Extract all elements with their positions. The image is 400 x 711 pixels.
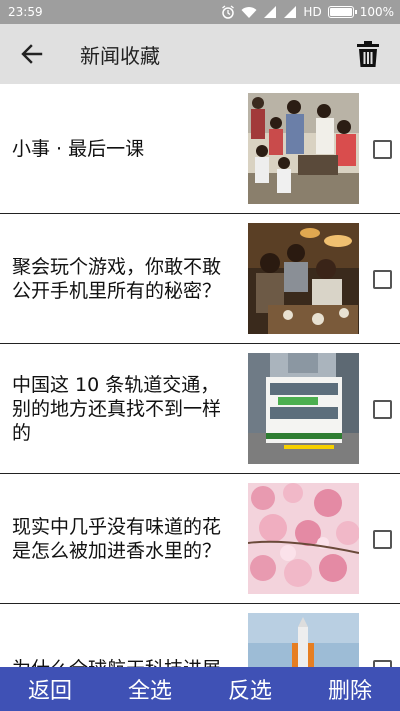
- alarm-icon: [221, 5, 235, 19]
- battery-fill: [329, 8, 352, 16]
- bottom-action-bar: 返回 全选 反选 删除: [0, 667, 400, 711]
- select-all-button[interactable]: 全选: [116, 673, 184, 705]
- wifi-icon: [241, 6, 257, 19]
- select-checkbox[interactable]: [373, 400, 392, 419]
- news-item[interactable]: 现实中几乎没有味道的花是怎么被加进香水里的？: [0, 474, 400, 604]
- status-bar: 23:59 HD 100%: [0, 0, 400, 24]
- status-time: 23:59: [8, 5, 43, 19]
- back-arrow-icon: [21, 44, 43, 64]
- news-thumbnail-party: [248, 223, 359, 334]
- delete-button[interactable]: [336, 24, 400, 84]
- news-title: 现实中几乎没有味道的花是怎么被加进香水里的？: [12, 515, 222, 562]
- news-title: 中国这 10 条轨道交通，别的地方还真找不到一样的: [12, 373, 222, 444]
- battery-icon: [327, 6, 357, 18]
- back-button[interactable]: [0, 24, 64, 84]
- trash-icon: [357, 41, 379, 67]
- news-thumbnail-tram: [248, 353, 359, 464]
- signal-icon: [263, 6, 277, 18]
- toolbar: 新闻收藏: [0, 24, 400, 84]
- invert-selection-button[interactable]: 反选: [216, 673, 284, 705]
- news-thumbnail-blossom: [248, 483, 359, 594]
- news-item[interactable]: 小事 · 最后一课: [0, 84, 400, 214]
- battery-percent: 100%: [359, 5, 394, 19]
- news-title: 小事 · 最后一课: [12, 137, 145, 160]
- page-title: 新闻收藏: [80, 43, 160, 68]
- back-action-button[interactable]: 返回: [16, 673, 84, 705]
- news-item[interactable]: 中国这 10 条轨道交通，别的地方还真找不到一样的: [0, 344, 400, 474]
- select-checkbox[interactable]: [373, 530, 392, 549]
- news-list: 小事 · 最后一课 聚会玩个游戏，你敢不敢公开手机里所有的秘密？ 中国这 10 …: [0, 84, 400, 711]
- delete-selected-button[interactable]: 删除: [316, 673, 384, 705]
- status-icons: HD 100%: [221, 5, 394, 19]
- network-type: HD: [303, 5, 322, 19]
- signal-icon: [283, 6, 297, 18]
- select-checkbox[interactable]: [373, 140, 392, 159]
- news-item[interactable]: 聚会玩个游戏，你敢不敢公开手机里所有的秘密？: [0, 214, 400, 344]
- select-checkbox[interactable]: [373, 270, 392, 289]
- news-title: 聚会玩个游戏，你敢不敢公开手机里所有的秘密？: [12, 255, 222, 302]
- news-thumbnail-classroom: [248, 93, 359, 204]
